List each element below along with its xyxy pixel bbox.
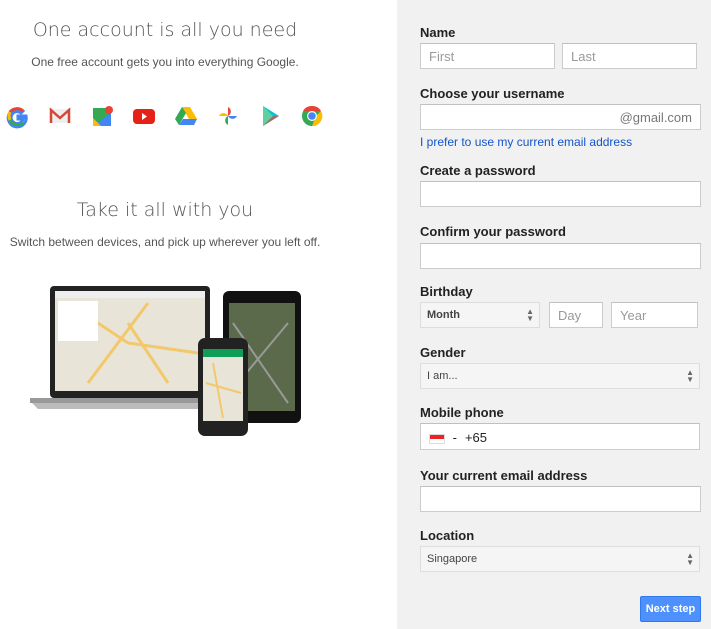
location-select[interactable]: Singapore ▲ ▼ bbox=[420, 546, 700, 572]
current-email-input[interactable] bbox=[420, 486, 701, 512]
subtitle-switch-devices: Switch between devices, and pick up wher… bbox=[9, 235, 321, 249]
gmail-suffix: @gmail.com bbox=[619, 110, 692, 125]
phone-country-dash: - bbox=[452, 430, 457, 445]
confirm-password-label: Confirm your password bbox=[420, 224, 566, 239]
birthday-label: Birthday bbox=[420, 284, 473, 299]
last-name-input[interactable]: Last bbox=[562, 43, 697, 69]
birth-year-input[interactable]: Year bbox=[611, 302, 698, 328]
password-input[interactable] bbox=[420, 181, 701, 207]
gender-label: Gender bbox=[420, 345, 466, 360]
headline-take-it-all: Take it all with you bbox=[76, 199, 254, 221]
google-icon bbox=[6, 107, 28, 129]
current-email-label: Your current email address bbox=[420, 468, 588, 483]
play-store-icon bbox=[263, 106, 279, 126]
first-name-input[interactable]: First bbox=[420, 43, 555, 69]
gender-value: I am... bbox=[427, 370, 458, 382]
next-step-button[interactable]: Next step bbox=[640, 596, 701, 622]
month-value: Month bbox=[427, 309, 460, 321]
headline-one-account: One account is all you need bbox=[32, 19, 298, 41]
birth-month-select[interactable]: Month ▲ ▼ bbox=[420, 302, 540, 328]
photos-icon bbox=[219, 107, 237, 125]
select-arrows-icon: ▲ ▼ bbox=[686, 368, 694, 384]
chrome-icon bbox=[302, 105, 323, 127]
mobile-phone-input[interactable]: - +65 bbox=[420, 423, 700, 450]
subtitle-one-account: One free account gets you into everythin… bbox=[31, 55, 299, 69]
username-label: Choose your username bbox=[420, 86, 565, 101]
gmail-icon bbox=[49, 107, 71, 123]
singapore-flag-icon[interactable] bbox=[429, 433, 445, 444]
password-label: Create a password bbox=[420, 163, 536, 178]
drive-icon bbox=[175, 107, 197, 125]
username-input[interactable]: @gmail.com bbox=[420, 104, 701, 130]
maps-icon bbox=[93, 106, 113, 126]
location-label: Location bbox=[420, 528, 475, 543]
name-label: Name bbox=[420, 25, 456, 40]
phone-value: +65 bbox=[464, 430, 488, 445]
select-arrows-icon: ▲ ▼ bbox=[686, 551, 694, 567]
birth-day-input[interactable]: Day bbox=[549, 302, 603, 328]
youtube-icon bbox=[133, 109, 155, 124]
location-value: Singapore bbox=[427, 553, 478, 565]
gender-select[interactable]: I am... ▲ ▼ bbox=[420, 363, 700, 389]
prefer-current-email-link[interactable]: I prefer to use my current email address bbox=[420, 135, 632, 149]
select-arrows-icon: ▲ ▼ bbox=[526, 307, 534, 323]
confirm-password-input[interactable] bbox=[420, 243, 701, 269]
mobile-phone-label: Mobile phone bbox=[420, 405, 504, 420]
devices-illustration bbox=[30, 286, 301, 436]
